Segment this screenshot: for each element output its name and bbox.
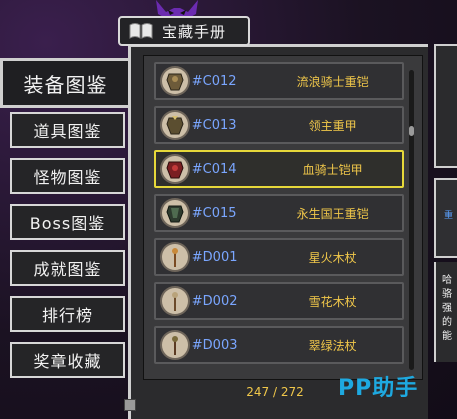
list-item[interactable]: #C015 永生国王重铠 — [154, 194, 404, 232]
scrollbar-thumb[interactable] — [409, 126, 414, 136]
staff-icon — [160, 286, 190, 316]
description-line: 哈 — [442, 275, 452, 286]
detail-stat-panel: 重 — [434, 178, 457, 258]
tab-leaderboard[interactable]: 排行榜 — [10, 296, 125, 332]
list-item[interactable]: #D003 翠绿法杖 — [154, 326, 404, 364]
armor-icon — [160, 66, 190, 96]
item-name: 血骑士铠甲 — [302, 162, 363, 177]
item-code: #C014 — [191, 161, 237, 177]
staff-icon — [160, 242, 190, 272]
list-item[interactable]: #D001 星火木杖 — [154, 238, 404, 276]
tab-medal-collection[interactable]: 奖章收藏 — [10, 342, 125, 378]
header-tab: 宝藏手册 — [118, 16, 250, 46]
staff-icon — [160, 330, 190, 360]
item-name: 星火木杖 — [308, 250, 357, 265]
armor-icon — [160, 110, 190, 140]
detail-stat-label: 重 — [444, 211, 454, 221]
description-line: 强 — [442, 303, 452, 314]
book-icon — [129, 23, 153, 39]
tab-item-codex[interactable]: 道具图鉴 — [10, 112, 125, 148]
item-name: 领主重甲 — [308, 118, 357, 133]
scrollbar-track[interactable] — [409, 70, 414, 370]
item-name: 雪花木杖 — [308, 294, 357, 309]
tab-achievement-codex[interactable]: 成就图鉴 — [10, 250, 125, 286]
list-item[interactable]: #D002 雪花木杖 — [154, 282, 404, 320]
list-item-selected[interactable]: #C014 血骑士铠甲 — [154, 150, 404, 188]
item-name: 永生国王重铠 — [296, 206, 369, 221]
tab-equipment-codex[interactable]: 装备图鉴 — [0, 58, 128, 108]
item-code: #C013 — [191, 117, 237, 133]
list-item[interactable]: #C013 领主重甲 — [154, 106, 404, 144]
armor-icon — [160, 198, 190, 228]
armor-icon — [160, 154, 190, 184]
item-code: #D002 — [191, 293, 238, 309]
item-name: 流浪骑士重铠 — [296, 74, 369, 89]
item-name: 翠绿法杖 — [308, 338, 357, 353]
description-line: 能 — [442, 331, 452, 342]
tab-monster-codex[interactable]: 怪物图鉴 — [10, 158, 125, 194]
item-code: #C015 — [191, 205, 237, 221]
list-item[interactable]: #C012 流浪骑士重铠 — [154, 62, 404, 100]
detail-preview-panel — [434, 44, 457, 168]
description-line: 骆 — [442, 289, 452, 300]
page-counter: 247 / 272 — [246, 385, 304, 399]
page-title: 宝藏手册 — [162, 22, 227, 41]
tab-boss-codex[interactable]: Boss图鉴 — [10, 204, 125, 240]
item-code: #D003 — [191, 337, 238, 353]
detail-description: 哈 骆 强 的 能 — [434, 262, 457, 362]
resize-handle[interactable] — [124, 399, 136, 411]
item-code: #C012 — [191, 73, 237, 89]
watermark: PP助手 — [338, 376, 419, 401]
description-line: 的 — [442, 317, 452, 328]
item-code: #D001 — [191, 249, 238, 265]
